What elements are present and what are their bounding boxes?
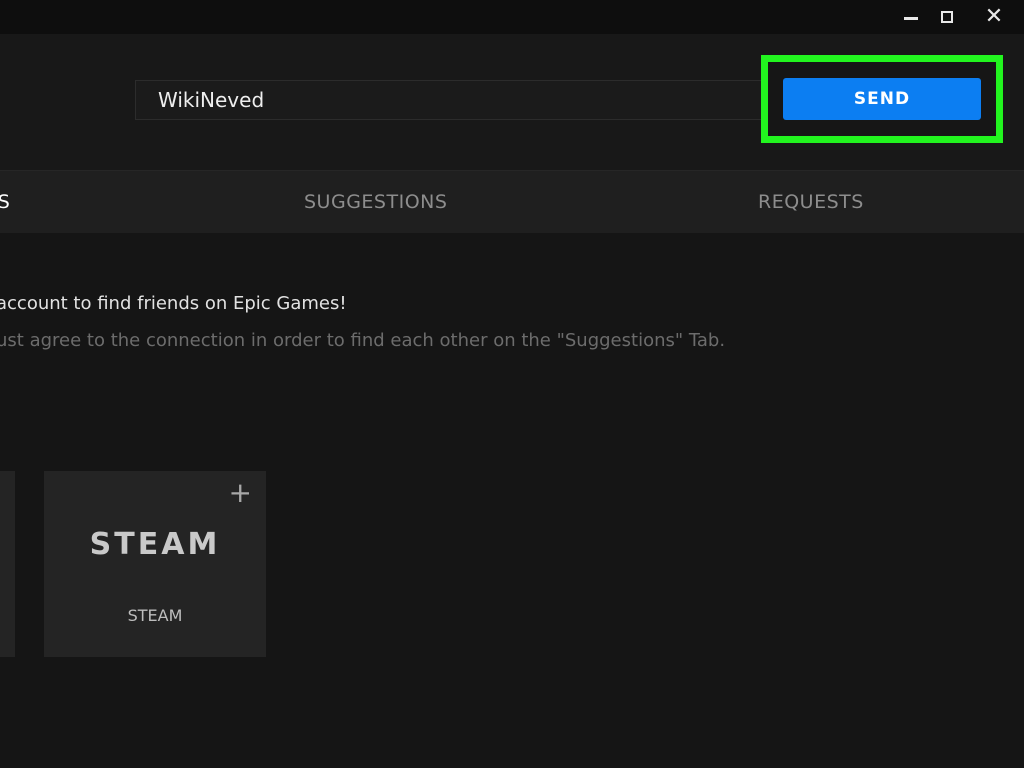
tab-suggestions[interactable]: SUGGESTIONS [304,171,447,233]
tab-requests[interactable]: REQUESTS [758,171,864,233]
title-bar: ✕ [0,0,1024,34]
steam-card-label: STEAM [127,606,183,625]
connect-account-description: ust agree to the connection in order to … [0,330,726,351]
close-icon[interactable]: ✕ [982,6,1006,28]
connection-card-partial[interactable] [0,471,15,657]
minimize-icon[interactable] [899,7,923,27]
connect-account-title: account to find friends on Epic Games! [0,293,347,314]
maximize-icon[interactable] [935,7,959,27]
plus-icon[interactable]: + [229,479,252,507]
tab-connections[interactable]: NS [0,171,10,233]
display-name-input[interactable] [135,80,763,120]
send-button[interactable]: SEND [783,78,981,120]
steam-connection-card[interactable]: + STEAM STEAM [44,471,266,657]
friends-tabs: NS SUGGESTIONS REQUESTS [0,170,1024,233]
steam-logo: STEAM [89,527,221,562]
